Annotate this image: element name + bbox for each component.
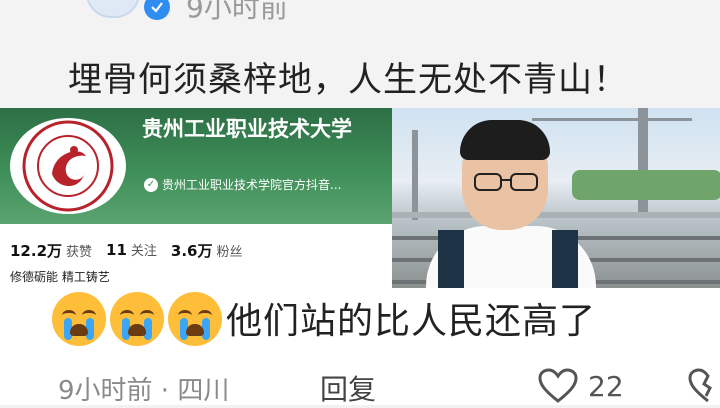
crying-face-icon <box>110 292 164 346</box>
followers-stat[interactable]: 3.6万 粉丝 <box>171 240 243 261</box>
account-name[interactable]: 贵州工业职业技术大学 <box>142 114 382 144</box>
emoji-group <box>52 292 222 346</box>
account-stats: 12.2万 获赞 11 关注 3.6万 粉丝 修德砺能 精工铸艺 <box>0 224 392 288</box>
university-logo-icon <box>10 118 126 214</box>
likes-stat: 12.2万 获赞 <box>10 242 93 260</box>
person-photo[interactable] <box>392 108 720 290</box>
like-count: 22 <box>588 369 624 403</box>
card-header-background: 贵州工业职业技术大学 ✓ 贵州工业职业技术学院官方抖音... <box>0 108 392 224</box>
broken-heart-icon[interactable] <box>688 368 720 404</box>
previous-comment-strip: 9小时前 埋骨何须桑梓地，人生无处不青山！ <box>0 0 720 108</box>
comment-item: 他们站的比人民还高了 9小时前 · 四川 回复 22 <box>0 288 720 408</box>
account-motto: 修德砺能 精工铸艺 <box>10 270 110 284</box>
account-subtitle: 贵州工业职业技术学院官方抖音... <box>162 178 342 192</box>
following-stat[interactable]: 11 关注 <box>106 240 157 261</box>
crying-face-icon <box>168 292 222 346</box>
previous-comment-text: 埋骨何须桑梓地，人生无处不青山！ <box>68 60 628 100</box>
verified-badge-icon <box>144 0 170 20</box>
heart-icon[interactable] <box>538 368 578 404</box>
account-profile-card[interactable]: 贵州工业职业技术大学 ✓ 贵州工业职业技术学院官方抖音... 12.2万 获赞 1… <box>0 108 392 288</box>
comment-meta: 9小时前 · 四川 <box>58 376 230 406</box>
previous-comment-time: 9小时前 <box>186 0 288 24</box>
account-verification: ✓ 贵州工业职业技术学院官方抖音... <box>144 176 341 193</box>
commenter-avatar[interactable] <box>86 0 140 18</box>
verified-check-icon: ✓ <box>144 177 158 192</box>
like-button[interactable]: 22 <box>538 368 624 404</box>
comment-text: 他们站的比人民还高了 <box>226 301 597 342</box>
reply-button[interactable]: 回复 <box>320 368 376 408</box>
crying-face-icon <box>52 292 106 346</box>
